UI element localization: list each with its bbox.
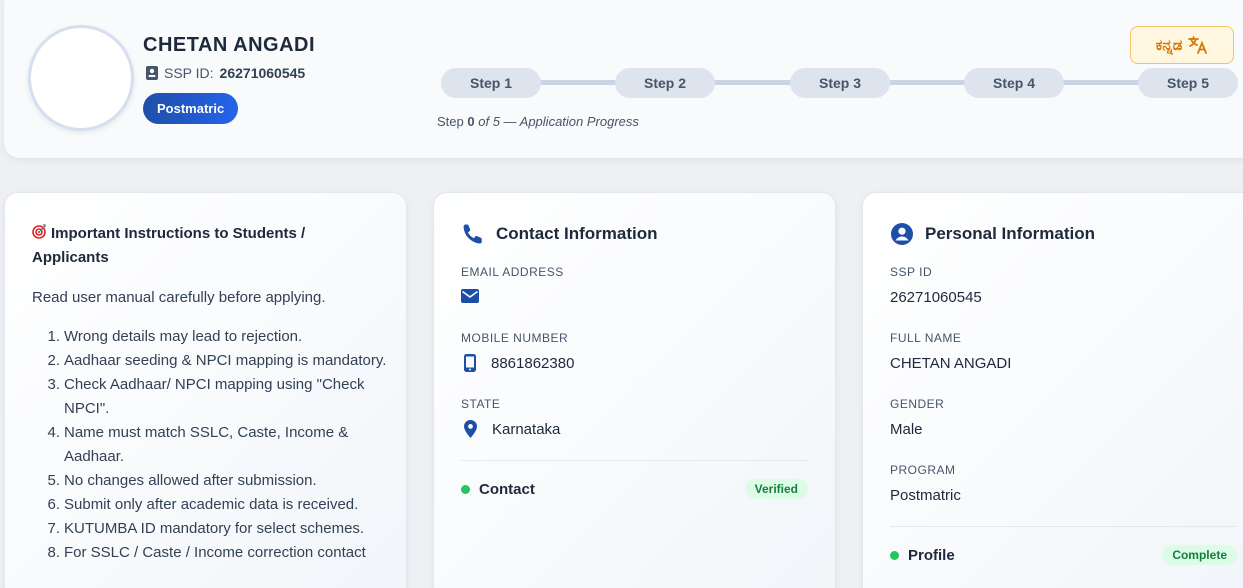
progress-suffix: of 5 — Application Progress	[478, 114, 639, 129]
progress-text: Step 0 of 5 — Application Progress	[437, 114, 639, 129]
ssp-id-label: SSP ID	[890, 265, 933, 279]
program-badge: Postmatric	[143, 93, 239, 124]
email-value-row	[461, 289, 491, 303]
ssp-id-line: SSP ID: 26271060545	[146, 65, 305, 81]
email-label: EMAIL ADDRESS	[461, 265, 564, 279]
status-dot	[461, 484, 470, 494]
envelope-icon	[461, 289, 479, 303]
full-name-label: FULL NAME	[890, 331, 962, 345]
mobile-icon	[464, 354, 476, 372]
divider	[890, 526, 1237, 527]
ssp-id-label: SSP ID:	[164, 65, 214, 81]
mobile-value: 8861862380	[491, 354, 575, 372]
contact-status: Contact	[461, 481, 535, 498]
target-icon	[32, 224, 47, 239]
state-value-row: Karnataka	[461, 420, 560, 438]
id-card-icon	[146, 66, 158, 80]
contact-card: Contact Information EMAIL ADDRESS MOBILE…	[433, 192, 836, 588]
step-3[interactable]: Step 3	[790, 68, 890, 98]
instructions-intro: Read user manual carefully before applyi…	[32, 289, 326, 306]
list-item-num: 1.	[47, 328, 60, 345]
user-circle-icon	[891, 223, 913, 245]
list-item: 2. Aadhaar seeding & NPCI mapping is mand…	[32, 349, 392, 373]
list-item: 7. KUTUMBA ID mandatory for select scheme…	[32, 517, 392, 541]
divider	[461, 460, 808, 461]
progress-prefix: Step	[437, 114, 464, 129]
profile-status-row: Profile Complete	[890, 545, 1237, 565]
ssp-id-value: 26271060545	[890, 289, 982, 306]
personal-card: Personal Information SSP ID 26271060545 …	[862, 192, 1243, 588]
list-item-text: For SSLC / Caste / Income correction con…	[64, 544, 366, 561]
state-value: Karnataka	[492, 420, 561, 438]
instructions-card: Important Instructions to Students / App…	[4, 192, 407, 588]
list-item-text: Check Aadhaar/ NPCI mapping using "Check…	[64, 376, 365, 417]
ssp-id-value: 26271060545	[219, 65, 306, 81]
contact-title-text: Contact Information	[496, 224, 658, 243]
list-item: 5. No changes allowed after submission.	[32, 469, 392, 493]
mobile-label: MOBILE NUMBER	[461, 331, 569, 345]
list-item-text: No changes allowed after submission.	[64, 472, 317, 489]
list-item-num: 6.	[47, 496, 60, 513]
avatar	[28, 25, 134, 131]
contact-title: Contact Information	[462, 223, 658, 245]
list-item: 8. For SSLC / Caste / Income correction c…	[32, 541, 392, 565]
list-item-text: Aadhaar seeding & NPCI mapping is mandat…	[64, 352, 387, 369]
personal-title: Personal Information	[891, 223, 1095, 245]
gender-value: Male	[890, 421, 923, 438]
program-value: Postmatric	[890, 487, 961, 504]
progress-current: 0	[467, 114, 475, 129]
list-item: 6. Submit only after academic data is rec…	[32, 493, 392, 517]
list-item: 3. Check Aadhaar/ NPCI mapping using "Che…	[32, 373, 392, 421]
phone-icon	[462, 223, 484, 245]
gender-label: GENDER	[890, 397, 945, 411]
personal-title-text: Personal Information	[925, 224, 1096, 243]
profile-status: Profile	[890, 547, 955, 564]
contact-status-label: Contact	[479, 480, 535, 498]
list-item-num: 5.	[47, 472, 60, 489]
map-pin-icon	[464, 420, 477, 438]
language-toggle-button[interactable]: ಕನ್ನಡ	[1130, 26, 1234, 64]
complete-badge: Complete	[1162, 545, 1237, 565]
list-item-text: Name must match SSLC, Caste, Income & Aa…	[64, 424, 349, 465]
state-label: STATE	[461, 397, 501, 411]
list-item-text: Submit only after academic data is recei…	[64, 496, 359, 513]
step-4[interactable]: Step 4	[964, 68, 1064, 98]
translate-icon	[1188, 36, 1208, 54]
instructions-list: 1. Wrong details may lead to rejection. 2…	[32, 325, 392, 565]
verified-badge: Verified	[744, 479, 808, 499]
list-item-text: Wrong details may lead to rejection.	[64, 328, 303, 345]
list-item: 1. Wrong details may lead to rejection.	[32, 325, 392, 349]
step-2[interactable]: Step 2	[615, 68, 715, 98]
step-1[interactable]: Step 1	[441, 68, 541, 98]
mobile-value-row: 8861862380	[461, 354, 574, 372]
language-label: ಕನ್ನಡ	[1155, 36, 1183, 54]
full-name-value: CHETAN ANGADI	[890, 355, 1012, 372]
list-item: 4. Name must match SSLC, Caste, Income & …	[32, 421, 392, 469]
list-item-num: 2.	[47, 352, 60, 369]
profile-status-label: Profile	[908, 546, 955, 564]
user-name: CHETAN ANGADI	[143, 34, 316, 56]
step-5[interactable]: Step 5	[1138, 68, 1238, 98]
list-item-text: KUTUMBA ID mandatory for select schemes.	[64, 520, 365, 537]
contact-status-row: Contact Verified	[461, 479, 808, 499]
list-item-num: 7.	[47, 520, 60, 537]
list-item-num: 4.	[47, 424, 60, 441]
status-dot	[890, 550, 899, 560]
program-label: PROGRAM	[890, 463, 956, 477]
list-item-num: 8.	[47, 544, 60, 561]
instructions-title-text: Important Instructions to Students / App…	[32, 225, 306, 266]
list-item-num: 3.	[47, 376, 60, 393]
instructions-title: Important Instructions to Students / App…	[32, 222, 352, 270]
